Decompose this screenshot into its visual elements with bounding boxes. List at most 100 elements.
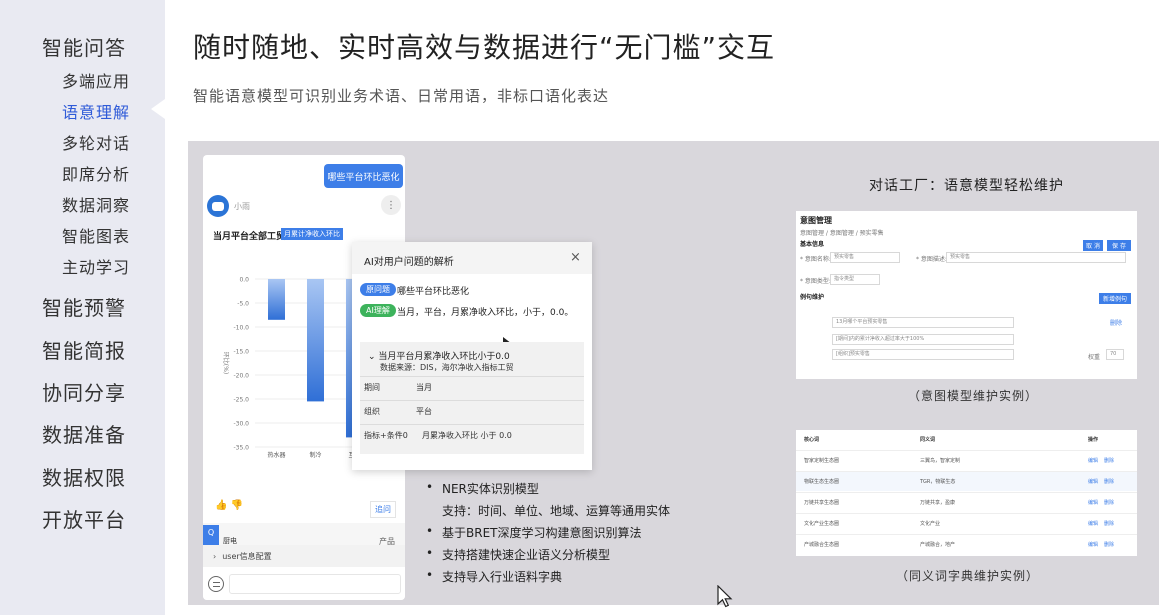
data-source: 数据来源：DIS，海尔净收入指标工贸: [380, 363, 514, 372]
chevron-down-icon: ⌄: [368, 352, 379, 362]
edit-link[interactable]: 编辑: [1088, 541, 1098, 548]
intent-type-label: * 意图类型:: [800, 278, 831, 285]
delete-example-link[interactable]: 删除: [1110, 318, 1122, 327]
analysis-popup: AI对用户问题的解析 × 原问题 哪些平台环比恶化 AI理解 当月，平台，月累净…: [352, 242, 592, 470]
intent-type-select[interactable]: 指令类型: [830, 274, 880, 285]
example-field[interactable]: [期间]内的累计净收入超过率大于100%: [832, 334, 1014, 345]
example-tag: 问题模板: [808, 320, 829, 326]
edit-link[interactable]: 编辑: [1088, 499, 1098, 506]
example-tag: 回答: [813, 352, 824, 358]
y-tick-label: -15.0: [233, 349, 249, 356]
input-bar: [203, 569, 405, 600]
sidebar: 智能问答 多端应用 语意理解 多轮对话 即席分析 数据洞察 智能图表 主动学习 …: [0, 0, 165, 615]
followup-button[interactable]: 追问: [370, 501, 396, 518]
sidebar-group-brief[interactable]: 智能简报: [42, 335, 126, 364]
voice-input-icon[interactable]: [208, 576, 224, 592]
weight-label: 权重: [1088, 354, 1101, 361]
parse-detail-box: ⌄ 当月平台月累净收入环比小于0.0 数据来源：DIS，海尔净收入指标工贸 期间…: [360, 342, 584, 454]
feedback-icons[interactable]: 👍 👎: [215, 500, 243, 511]
delete-link[interactable]: 删除: [1104, 541, 1114, 548]
sidebar-item-smart-chart[interactable]: 智能图表: [62, 223, 130, 247]
delete-link[interactable]: 删除: [1104, 457, 1114, 464]
sidebar-group-open-platform[interactable]: 开放平台: [42, 504, 126, 533]
column-header: 操作: [1088, 437, 1099, 443]
delete-link[interactable]: 删除: [1104, 478, 1114, 485]
sidebar-group-data-permission[interactable]: 数据权限: [42, 462, 126, 491]
feature-text: 支持：时间、单位、地域、运算等通用实体: [442, 504, 671, 518]
add-example-button[interactable]: 新增例句: [1099, 293, 1131, 304]
delete-link[interactable]: 删除: [1104, 520, 1114, 527]
parse-row: 指标+条件0 月累净收入环比 小于 0.0: [360, 424, 584, 444]
feature-text: NER实体识别模型: [442, 482, 539, 496]
intent-desc-field[interactable]: 预实零售: [946, 252, 1126, 263]
sidebar-group-qa[interactable]: 智能问答: [42, 32, 126, 61]
parse-row-key: 指标+条件0: [364, 431, 408, 440]
parse-condition-text: 当月平台月累净收入环比小于0.0: [378, 352, 510, 362]
intent-breadcrumb: 意图管理 / 意图管理 / 预实零售: [800, 230, 884, 237]
chart-metric-tag: 月累计净收入环比: [281, 228, 343, 240]
y-tick-label: -35.0: [233, 445, 249, 452]
sidebar-item-semantic-understanding[interactable]: 语意理解: [62, 99, 130, 123]
more-options-button[interactable]: ⋮: [381, 195, 401, 215]
save-button[interactable]: 保 存: [1107, 240, 1131, 251]
page-subtitle: 智能语意模型可识别业务术语、日常用语，非标口语化表达: [193, 87, 610, 105]
y-tick-label: 0.0: [239, 277, 249, 284]
user-config-row[interactable]: › user信息配置: [203, 545, 405, 567]
parse-row-key: 期间: [364, 383, 380, 392]
core-word-cell: 智家定制生态圈: [804, 458, 840, 464]
basic-info-heading: 基本信息: [800, 241, 825, 248]
sidebar-item-multi-turn[interactable]: 多轮对话: [62, 130, 130, 154]
close-icon[interactable]: ×: [570, 250, 581, 265]
delete-link[interactable]: 删除: [1104, 499, 1114, 506]
example-field[interactable]: 13月哪个平台预实零售: [832, 317, 1014, 328]
bot-name: 小雨: [234, 202, 250, 211]
bar: [307, 279, 324, 402]
sidebar-group-share[interactable]: 协同分享: [42, 377, 126, 406]
user-question-bubble: 哪些平台环比恶化: [324, 164, 403, 188]
example-tag: 同义数据: [808, 337, 829, 343]
y-tick-label: -20.0: [233, 373, 249, 380]
y-tick-label: -25.0: [233, 397, 249, 404]
edit-link[interactable]: 编辑: [1088, 520, 1098, 527]
core-word-cell: 万链共享生态圈: [804, 500, 840, 506]
intent-desc-label: * 意图描述:: [916, 256, 947, 263]
dialogue-factory-title: 对话工厂：语意模型轻松维护: [869, 178, 1064, 194]
feature-text: 支持导入行业语料字典: [442, 570, 563, 584]
example-field[interactable]: [组织]预实零售: [832, 349, 1014, 360]
active-indicator-arrow: [151, 99, 165, 119]
core-word-cell: 文化产业生态圈: [804, 521, 840, 527]
column-header: 同义词: [920, 437, 936, 443]
sidebar-item-data-insight[interactable]: 数据洞察: [62, 192, 130, 216]
intent-card-title: 意图管理: [800, 216, 832, 225]
table-row: 万链共享生态圈 万链共享，盈康 编辑 删除: [796, 492, 1137, 512]
example-heading: 例句维护: [800, 294, 825, 301]
weight-field[interactable]: 70: [1106, 349, 1124, 360]
table-row: 物联生态生态圈 TGR，物联生态 编辑 删除: [796, 471, 1137, 491]
y-tick-label: -30.0: [233, 421, 249, 428]
robot-avatar-icon: [207, 195, 229, 217]
synonym-cell: TGR，物联生态: [920, 479, 956, 485]
synonym-dictionary-caption: （同义词字典维护实例）: [896, 569, 1040, 583]
x-tick-label: 制冷: [309, 451, 321, 459]
parse-condition[interactable]: ⌄ 当月平台月累净收入环比小于0.0: [368, 349, 510, 362]
cancel-button[interactable]: 取 消: [1083, 240, 1103, 251]
table-row: 智家定制生态圈 三翼鸟，智家定制 编辑 删除: [796, 450, 1137, 470]
intent-name-field[interactable]: 预实零售: [830, 252, 900, 263]
feature-text: 基于BRET深度学习构建意图识别算法: [442, 526, 642, 540]
edit-link[interactable]: 编辑: [1088, 478, 1098, 485]
sidebar-item-adhoc-analysis[interactable]: 即席分析: [62, 161, 130, 185]
chat-text-input[interactable]: [229, 574, 401, 594]
sidebar-group-alert[interactable]: 智能预警: [42, 292, 126, 321]
intent-management-screenshot: 意图管理 意图管理 / 意图管理 / 预实零售 基本信息 取 消 保 存 * 意…: [796, 211, 1137, 379]
sidebar-group-data-prep[interactable]: 数据准备: [42, 419, 126, 448]
ai-understanding-label: AI理解: [360, 304, 396, 317]
parse-row-value: 月累净收入环比 小于 0.0: [422, 431, 512, 440]
sidebar-item-active-learning[interactable]: 主动学习: [62, 254, 130, 278]
feature-text: 支持搭建快速企业语义分析模型: [442, 548, 611, 562]
y-axis-label: 环比(%): [222, 352, 230, 374]
chevron-right-icon: ›: [213, 552, 217, 561]
synonym-cell: 万链共享，盈康: [920, 500, 956, 506]
edit-link[interactable]: 编辑: [1088, 457, 1098, 464]
parse-row-value: 当月: [416, 383, 432, 392]
sidebar-item-multi-terminal[interactable]: 多端应用: [62, 68, 130, 92]
